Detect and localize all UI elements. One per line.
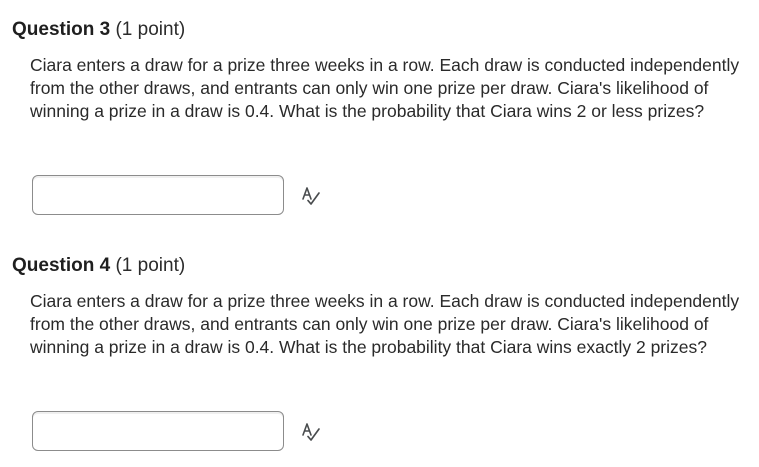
question-points: (1 point) — [115, 19, 186, 40]
answer-input[interactable] — [32, 411, 284, 451]
question-text: Ciara enters a draw for a prize three we… — [30, 55, 740, 121]
question-header: Question 3 (1 point) — [12, 18, 185, 42]
question-title: Question 4 — [12, 255, 111, 276]
question-header: Question 4 (1 point) — [12, 254, 185, 278]
question-title: Question 3 — [12, 19, 111, 40]
question-text: Ciara enters a draw for a prize three we… — [30, 291, 740, 357]
spell-check-icon[interactable] — [300, 421, 322, 443]
answer-row — [32, 175, 352, 217]
question-points: (1 point) — [115, 255, 186, 276]
answer-row — [32, 411, 352, 453]
answer-input[interactable] — [32, 175, 284, 215]
spell-check-icon[interactable] — [300, 185, 322, 207]
